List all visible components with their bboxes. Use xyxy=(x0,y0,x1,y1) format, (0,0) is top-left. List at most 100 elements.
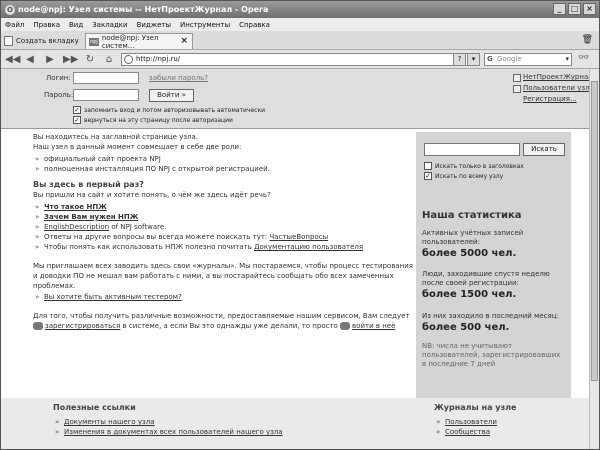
whole-node-option[interactable]: ✓ Искать по всему узлу xyxy=(424,172,503,180)
stats-note: NB: числа не учитывают пользователей, за… xyxy=(422,342,561,368)
tab-close-icon[interactable]: × xyxy=(180,36,188,46)
vertical-scrollbar[interactable] xyxy=(589,69,599,449)
only-titles-option[interactable]: Искать только в заголовках xyxy=(424,162,524,170)
address-dropdown-button[interactable]: ▾ xyxy=(467,53,480,66)
stats-title: Наша статистика xyxy=(422,210,522,221)
menu-bookmarks[interactable]: Закладки xyxy=(92,21,127,29)
forward-icon[interactable]: ▶ xyxy=(43,53,57,66)
main-column: Вы находитесь на заглавной странице узла… xyxy=(33,132,413,331)
remember-label: запомнить вход и потом авторизовывать ав… xyxy=(84,106,265,114)
return-checkbox-row[interactable]: ✓ вернуться на эту страницу после автори… xyxy=(73,116,233,124)
register-link-top[interactable]: Регистрация... xyxy=(523,94,577,105)
register-link[interactable]: зарегистрироваться xyxy=(45,322,120,330)
register-line-1: Для того, чтобы получить различные возмо… xyxy=(33,312,410,320)
intro-line-2: Наш узел в данный момент совмещает в себ… xyxy=(33,143,242,151)
journals-title: Журналы на узле xyxy=(434,403,517,412)
browser-window: O node@npj: Узел системы -- НетПроектЖур… xyxy=(0,0,600,450)
close-button[interactable]: × xyxy=(583,3,596,15)
menu-file[interactable]: Файл xyxy=(5,21,24,29)
invite-line-2: и доводки ПО не мешал вам работать с ним… xyxy=(33,272,394,290)
whole-node-checkbox[interactable]: ✓ xyxy=(424,172,432,180)
stat-value: более 5000 чел. xyxy=(422,248,517,259)
sidebar: Искать Искать только в заголовках ✓ Иска… xyxy=(416,132,571,398)
stat-label: Активных учётных записей пользователей: xyxy=(422,229,524,246)
npj-link[interactable]: НетПроектЖурнал xyxy=(523,72,593,83)
first-time-text: Вы пришли на сайт и хотите понять, о чём… xyxy=(33,191,271,199)
remember-checkbox[interactable]: ✓ xyxy=(73,106,81,114)
stat-item: Из них заходило в последний месяц: более… xyxy=(422,312,564,334)
menu-widgets[interactable]: Виджеты xyxy=(137,21,171,29)
faq-text: Ответы на другие вопросы вы всегда может… xyxy=(44,233,270,241)
new-tab-label: Создать вкладку xyxy=(16,37,79,45)
communities-link[interactable]: Сообщества xyxy=(445,428,490,436)
forgot-password-link[interactable]: забыли пароль? xyxy=(149,74,208,82)
user-icon xyxy=(340,322,351,330)
english-description-link[interactable]: EnglishDescription xyxy=(44,223,109,231)
role-item: официальный сайт проекта NPJ xyxy=(33,154,413,164)
node-docs-link[interactable]: Документы нашего узла xyxy=(64,418,155,426)
return-checkbox[interactable]: ✓ xyxy=(73,116,81,124)
globe-icon xyxy=(124,55,133,64)
login-input[interactable] xyxy=(73,72,139,84)
site-search-button[interactable]: Искать xyxy=(523,143,565,156)
minimize-button[interactable]: _ xyxy=(553,3,566,15)
page-content: Логин: забыли пароль? Пароль: Войти » ✓ … xyxy=(1,69,599,449)
stat-value: более 1500 чел. xyxy=(422,289,517,300)
return-label: вернуться на эту страницу после авториза… xyxy=(84,116,233,124)
intro-line-1: Вы находитесь на заглавной странице узла… xyxy=(33,133,199,141)
google-icon: G xyxy=(487,55,493,63)
menu-help[interactable]: Справка xyxy=(239,21,270,29)
node-users-link[interactable]: Пользователи узла xyxy=(523,83,594,94)
zoom-glasses-icon[interactable]: 👓 xyxy=(578,53,589,63)
menu-tools[interactable]: Инструменты xyxy=(180,21,230,29)
active-tester-link[interactable]: Вы хотите быть активным тестером? xyxy=(44,293,182,301)
tab-active[interactable]: npj node@npj: Узел систем... × xyxy=(85,33,193,50)
user-icon xyxy=(33,322,43,330)
rewind-icon[interactable]: ◀◀ xyxy=(5,53,20,66)
home-icon[interactable]: ⌂ xyxy=(102,53,116,66)
reload-icon[interactable]: ↻ xyxy=(83,53,97,66)
address-text: http://npj.ru/ xyxy=(136,55,181,63)
login-panel: Логин: забыли пароль? Пароль: Войти » ✓ … xyxy=(1,69,599,129)
english-rest: of NPJ software. xyxy=(109,223,167,231)
tab-label: node@npj: Узел систем... xyxy=(101,33,159,50)
address-field[interactable]: http://npj.ru/ xyxy=(121,53,479,66)
back-icon[interactable]: ◀ xyxy=(23,53,37,66)
faq-link[interactable]: ЧастыеВопросы xyxy=(270,233,329,241)
navigation-bar: ◀◀ ◀ ▶ ▶▶ ↻ ⌂ http://npj.ru/ ? ▾ G Googl… xyxy=(1,50,599,69)
footer-links: Полезные ссылки Документы нашего узла Из… xyxy=(1,398,589,449)
tab-bar: Создать вкладку npj node@npj: Узел систе… xyxy=(1,31,599,50)
new-tab-button[interactable]: Создать вкладку xyxy=(4,34,79,48)
address-help-button[interactable]: ? xyxy=(453,53,466,66)
only-titles-checkbox[interactable] xyxy=(424,162,432,170)
login-link[interactable]: войти в неё xyxy=(352,322,395,330)
register-mid: в системе, а если Вы это однажды уже дел… xyxy=(120,322,341,330)
top-links: НетПроектЖурнал Пользователи узла Регист… xyxy=(513,72,594,105)
search-dropdown-icon[interactable]: ▾ xyxy=(565,54,569,65)
maximize-button[interactable]: □ xyxy=(568,3,581,15)
doc-text: Чтобы понять как использовать НПЖ полезн… xyxy=(44,243,255,251)
user-docs-link[interactable]: Документацию пользователя xyxy=(254,243,363,251)
scrollbar-thumb[interactable] xyxy=(591,81,598,381)
why-npj-link[interactable]: Зачем Вам нужен НПЖ xyxy=(44,213,138,221)
remember-checkbox-row[interactable]: ✓ запомнить вход и потом авторизовывать … xyxy=(73,106,265,114)
users-link[interactable]: Пользователи xyxy=(445,418,497,426)
trash-icon[interactable]: 🗑 xyxy=(582,35,593,45)
site-search-input[interactable] xyxy=(424,143,520,156)
doc-changes-link[interactable]: Изменения в документах всех пользователе… xyxy=(64,428,283,436)
fast-forward-icon[interactable]: ▶▶ xyxy=(63,53,78,66)
what-is-npj-link[interactable]: Что такое НПЖ xyxy=(44,203,107,211)
role-item: полноценная инсталляция ПО NPJ с открыто… xyxy=(33,164,413,174)
menu-view[interactable]: Вид xyxy=(69,21,83,29)
window-controls: _ □ × xyxy=(553,3,596,15)
stat-item: Люди, заходившие спустя неделю после сво… xyxy=(422,270,564,301)
menu-bar: Файл Правка Вид Закладки Виджеты Инструм… xyxy=(1,18,599,31)
stat-label: Из них заходило в последний месяц: xyxy=(422,312,559,320)
whole-node-label: Искать по всему узлу xyxy=(435,172,504,180)
search-field[interactable]: G Google ▾ xyxy=(484,53,572,66)
title-bar: O node@npj: Узел системы -- НетПроектЖур… xyxy=(1,1,599,18)
login-button[interactable]: Войти » xyxy=(149,89,194,102)
only-titles-label: Искать только в заголовках xyxy=(435,162,524,170)
menu-edit[interactable]: Правка xyxy=(33,21,60,29)
password-input[interactable] xyxy=(73,89,139,101)
